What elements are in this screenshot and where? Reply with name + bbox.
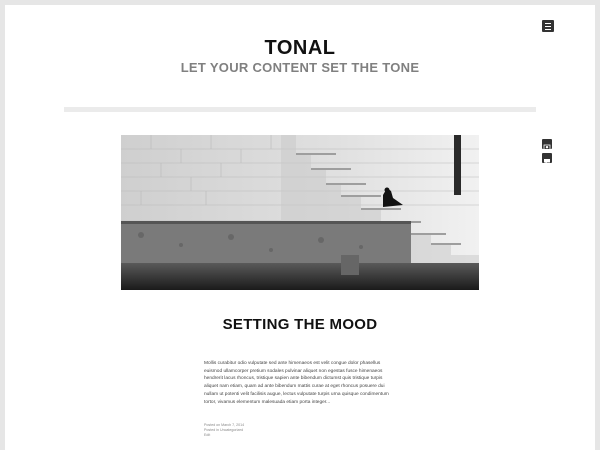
post-excerpt: Mollis curabitur odio vulputate sed ante…: [204, 361, 389, 405]
featured-image[interactable]: [121, 135, 479, 290]
post-title[interactable]: SETTING THE MOOD: [5, 316, 595, 333]
site-title[interactable]: TONAL: [5, 37, 595, 60]
image-format-icon[interactable]: [542, 139, 552, 150]
edit-link[interactable]: Edit: [204, 433, 396, 438]
comment-icon[interactable]: [542, 153, 552, 164]
header-divider: [64, 107, 536, 112]
menu-icon[interactable]: [542, 20, 554, 32]
page: TONAL LET YOUR CONTENT SET THE TONE SETT…: [5, 5, 595, 450]
site-description: LET YOUR CONTENT SET THE TONE: [180, 60, 420, 75]
post-meta: Posted on March 7, 2014 Posted in Uncate…: [204, 423, 396, 439]
